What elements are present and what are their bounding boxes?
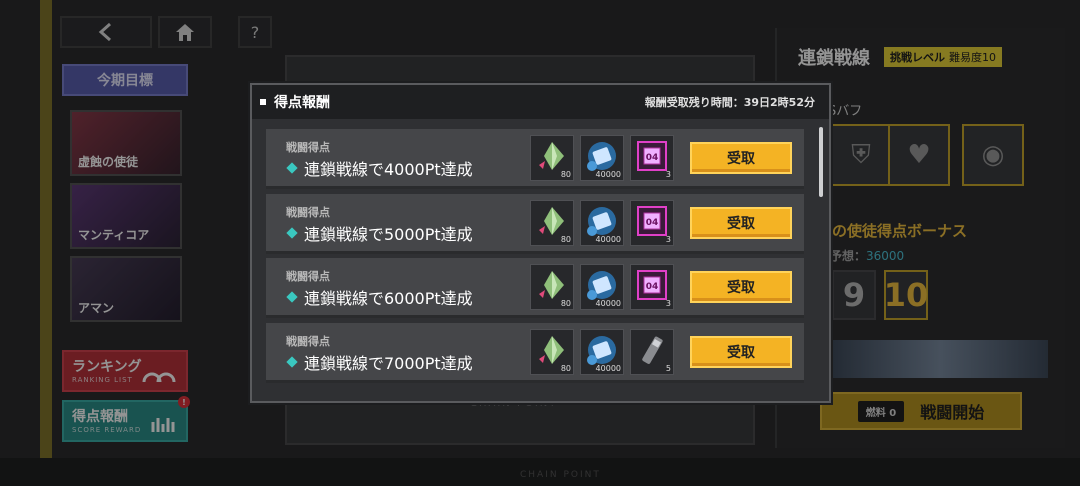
remaining-time: 報酬受取残り時間：39日2時52分 <box>644 96 815 109</box>
diamond-bullet-icon <box>286 355 298 368</box>
svg-text:04: 04 <box>646 218 659 228</box>
reward-item-2[interactable]: 40000 <box>580 199 624 246</box>
reward-description: 連鎖戦線で7000Pt達成 <box>286 350 473 374</box>
reward-description: 連鎖戦線で5000Pt達成 <box>286 221 473 245</box>
reward-item-2[interactable]: 40000 <box>580 264 624 310</box>
modal-title-text: 得点報酬 <box>274 95 330 111</box>
reward-category: 戦闘得点 <box>286 141 330 154</box>
chip-04-icon: 04 <box>635 139 669 177</box>
reward-row-2: 戦闘得点 連鎖戦線で5000Pt達成 80 40000 04 3 受取 <box>266 193 804 254</box>
score-reward-modal: 得点報酬 報酬受取残り時間：39日2時52分 戦闘得点 連鎖戦線で4000Pt達… <box>250 83 831 403</box>
item-count: 80 <box>560 234 571 244</box>
chip-04-icon: 04 <box>635 268 669 306</box>
item-count: 40000 <box>595 299 621 308</box>
item-count: 3 <box>665 299 671 308</box>
diamond-bullet-icon <box>286 291 298 303</box>
claim-button[interactable]: 受取 <box>690 142 792 174</box>
item-count: 80 <box>560 363 571 373</box>
reward-list[interactable]: 戦闘得点 連鎖戦線で4000Pt達成 80 40000 04 3 受取 戦闘得点 … <box>266 129 804 387</box>
modal-header: 得点報酬 報酬受取残り時間：39日2時52分 <box>252 85 829 119</box>
reward-category: 戦闘得点 <box>286 205 330 219</box>
reward-item-3[interactable]: 04 3 <box>630 135 674 181</box>
item-count: 5 <box>665 363 671 373</box>
svg-text:04: 04 <box>646 282 659 292</box>
item-count: 40000 <box>595 170 621 179</box>
reward-condition: 連鎖戦線で5000Pt達成 <box>304 224 473 244</box>
modal-title: 得点報酬 <box>260 92 330 112</box>
reward-item-1[interactable]: 80 <box>530 328 574 375</box>
scrollbar[interactable] <box>819 127 823 197</box>
item-count: 40000 <box>595 363 621 373</box>
reward-category: 戦闘得点 <box>286 270 330 283</box>
reward-description: 連鎖戦線で4000Pt達成 <box>286 156 473 180</box>
reward-condition: 連鎖戦線で7000Pt達成 <box>304 353 473 373</box>
reward-condition: 連鎖戦線で4000Pt達成 <box>304 160 473 179</box>
reward-item-2[interactable]: 40000 <box>580 328 624 375</box>
title-bullet-icon <box>260 99 266 105</box>
diamond-bullet-icon <box>286 162 298 174</box>
item-count: 3 <box>665 234 671 244</box>
item-count: 80 <box>560 299 571 308</box>
reward-item-2[interactable]: 40000 <box>580 135 624 181</box>
reward-condition: 連鎖戦線で6000Pt達成 <box>304 289 473 308</box>
claim-button[interactable]: 受取 <box>690 206 792 239</box>
svg-text:04: 04 <box>646 153 659 163</box>
reward-item-1[interactable]: 80 <box>530 135 574 181</box>
reward-category: 戦闘得点 <box>286 334 330 348</box>
claim-button[interactable]: 受取 <box>690 335 792 368</box>
claim-button[interactable]: 受取 <box>690 271 792 303</box>
item-count: 3 <box>665 170 671 179</box>
reward-row-3: 戦闘得点 連鎖戦線で6000Pt達成 80 40000 04 3 受取 <box>266 258 804 318</box>
item-count: 40000 <box>595 234 621 244</box>
module-stick-icon <box>635 333 669 371</box>
reward-item-1[interactable]: 80 <box>530 264 574 310</box>
reward-item-3[interactable]: 5 <box>630 328 674 375</box>
chip-04-icon: 04 <box>635 204 669 242</box>
reward-item-1[interactable]: 80 <box>530 199 574 246</box>
item-count: 80 <box>560 170 571 179</box>
diamond-bullet-icon <box>286 226 298 239</box>
reward-description: 連鎖戦線で6000Pt達成 <box>286 285 473 309</box>
reward-item-3[interactable]: 04 3 <box>630 264 674 310</box>
reward-row-4: 戦闘得点 連鎖戦線で7000Pt達成 80 40000 5 受取 <box>266 322 804 383</box>
reward-row-1: 戦闘得点 連鎖戦線で4000Pt達成 80 40000 04 3 受取 <box>266 129 804 189</box>
reward-item-3[interactable]: 04 3 <box>630 199 674 246</box>
